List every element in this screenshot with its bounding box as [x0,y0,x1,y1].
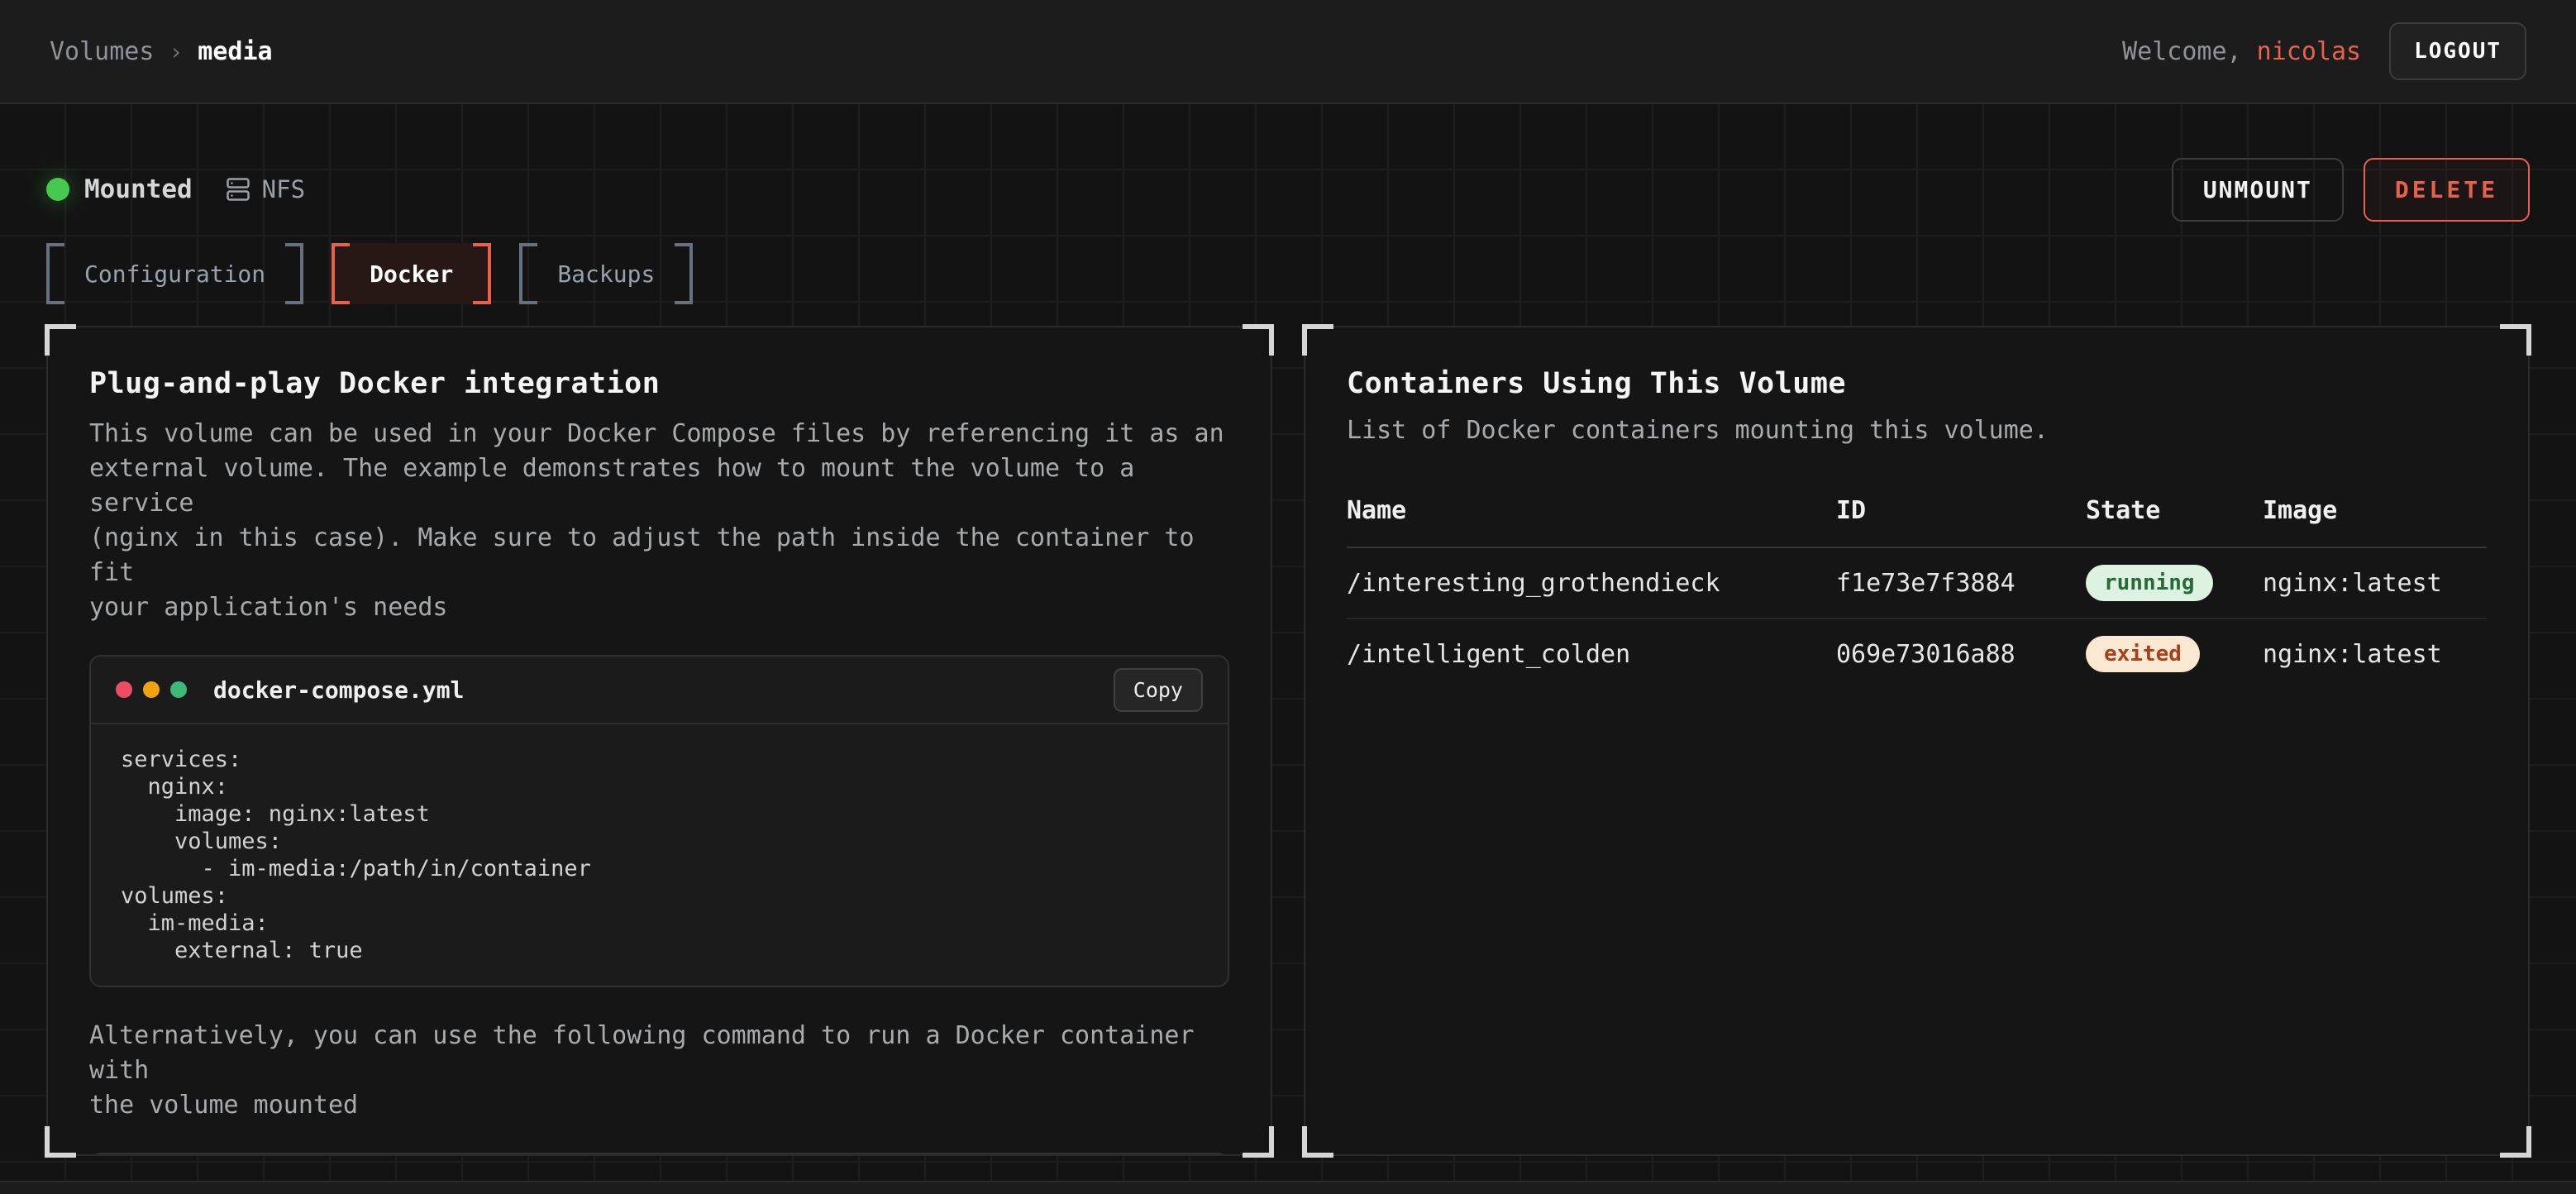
corner-bracket-icon [2500,1126,2531,1158]
corner-bracket-icon [45,324,76,356]
column-header-image: Image [2263,496,2487,525]
breadcrumb-volumes-link[interactable]: Volumes [50,37,154,66]
containers-table: Name ID State Image /interesting_grothen… [1347,496,2487,689]
tab-bar: Configuration Docker Backups [46,243,2530,304]
docker-panel-title: Plug-and-play Docker integration [89,367,1229,400]
breadcrumb: Volumes › media [50,37,273,66]
status-badge: exited [2086,636,2200,672]
unmount-button[interactable]: UNMOUNT [2172,158,2344,222]
container-image: nginx:latest [2263,640,2487,669]
containers-panel-subtitle: List of Docker containers mounting this … [1347,413,2487,448]
username: nicolas [2257,37,2361,66]
container-state: exited [2086,636,2263,672]
table-row: /intelligent_colden 069e73016a88 exited … [1347,619,2487,689]
fs-type-label: NFS [262,175,305,203]
column-header-state: State [2086,496,2263,525]
status-row: Mounted NFS UNMOUNT DELETE [46,157,2530,222]
top-bar: Volumes › media Welcome, nicolas LOGOUT [0,0,2576,104]
container-name: /interesting_grothendieck [1347,569,1836,598]
content-panels: Plug-and-play Docker integration This vo… [46,326,2530,1156]
containers-table-header: Name ID State Image [1347,496,2487,548]
container-state: running [2086,565,2263,601]
corner-bracket-icon [1243,324,1274,356]
traffic-light-dots [116,681,187,698]
containers-panel: Containers Using This Volume List of Doc… [1304,326,2530,1156]
container-id: 069e73016a88 [1836,640,2086,669]
column-header-id: ID [1836,496,2086,525]
tab-configuration[interactable]: Configuration [46,243,303,304]
welcome-prefix: Welcome, [2122,37,2257,66]
container-image: nginx:latest [2263,569,2487,598]
mounted-status-dot-icon [46,178,69,201]
status-badge: running [2086,565,2213,601]
container-name: /intelligent_colden [1347,640,1836,669]
table-row: /interesting_grothendieck f1e73e7f3884 r… [1347,548,2487,619]
docker-integration-panel: Plug-and-play Docker integration This vo… [46,326,1272,1156]
breadcrumb-separator-icon: › [169,38,183,65]
corner-bracket-icon [2500,324,2531,356]
corner-bracket-icon [1302,324,1333,356]
tab-docker[interactable]: Docker [332,243,491,304]
welcome-text: Welcome, nicolas [2122,37,2361,66]
compose-code-content: services: nginx: image: nginx:latest vol… [91,723,1228,986]
mounted-status-label: Mounted [84,174,193,204]
page-background: Mounted NFS UNMOUNT DELETE Configuration… [0,104,2576,1181]
delete-button[interactable]: DELETE [2364,158,2530,222]
containers-panel-title: Containers Using This Volume [1347,367,2487,400]
container-id: f1e73e7f3884 [1836,569,2086,598]
corner-bracket-icon [1302,1126,1333,1158]
volume-actions: UNMOUNT DELETE [2172,158,2530,222]
amber-dot-icon [143,681,160,698]
green-dot-icon [170,681,187,698]
footer-strip [0,1181,2576,1194]
breadcrumb-current-page: media [198,37,272,66]
cli-code-block: CLI one-liner Copy docker run -v im-medi… [89,1153,1229,1154]
cli-intro-text: Alternatively, you can use the following… [89,1019,1229,1123]
compose-code-header: docker-compose.yml Copy [91,657,1228,723]
corner-bracket-icon [45,1126,76,1158]
topbar-right: Welcome, nicolas LOGOUT [2122,22,2526,80]
logout-button[interactable]: LOGOUT [2389,22,2526,80]
filesystem-chip: NFS [226,175,305,203]
docker-panel-description: This volume can be used in your Docker C… [89,417,1229,625]
corner-bracket-icon [1243,1126,1274,1158]
server-icon [226,177,250,202]
tab-backups[interactable]: Backups [519,243,693,304]
compose-copy-button[interactable]: Copy [1114,668,1203,712]
red-dot-icon [116,681,132,698]
compose-code-block: docker-compose.yml Copy services: nginx:… [89,655,1229,987]
compose-filename: docker-compose.yml [213,676,464,704]
column-header-name: Name [1347,496,1836,525]
